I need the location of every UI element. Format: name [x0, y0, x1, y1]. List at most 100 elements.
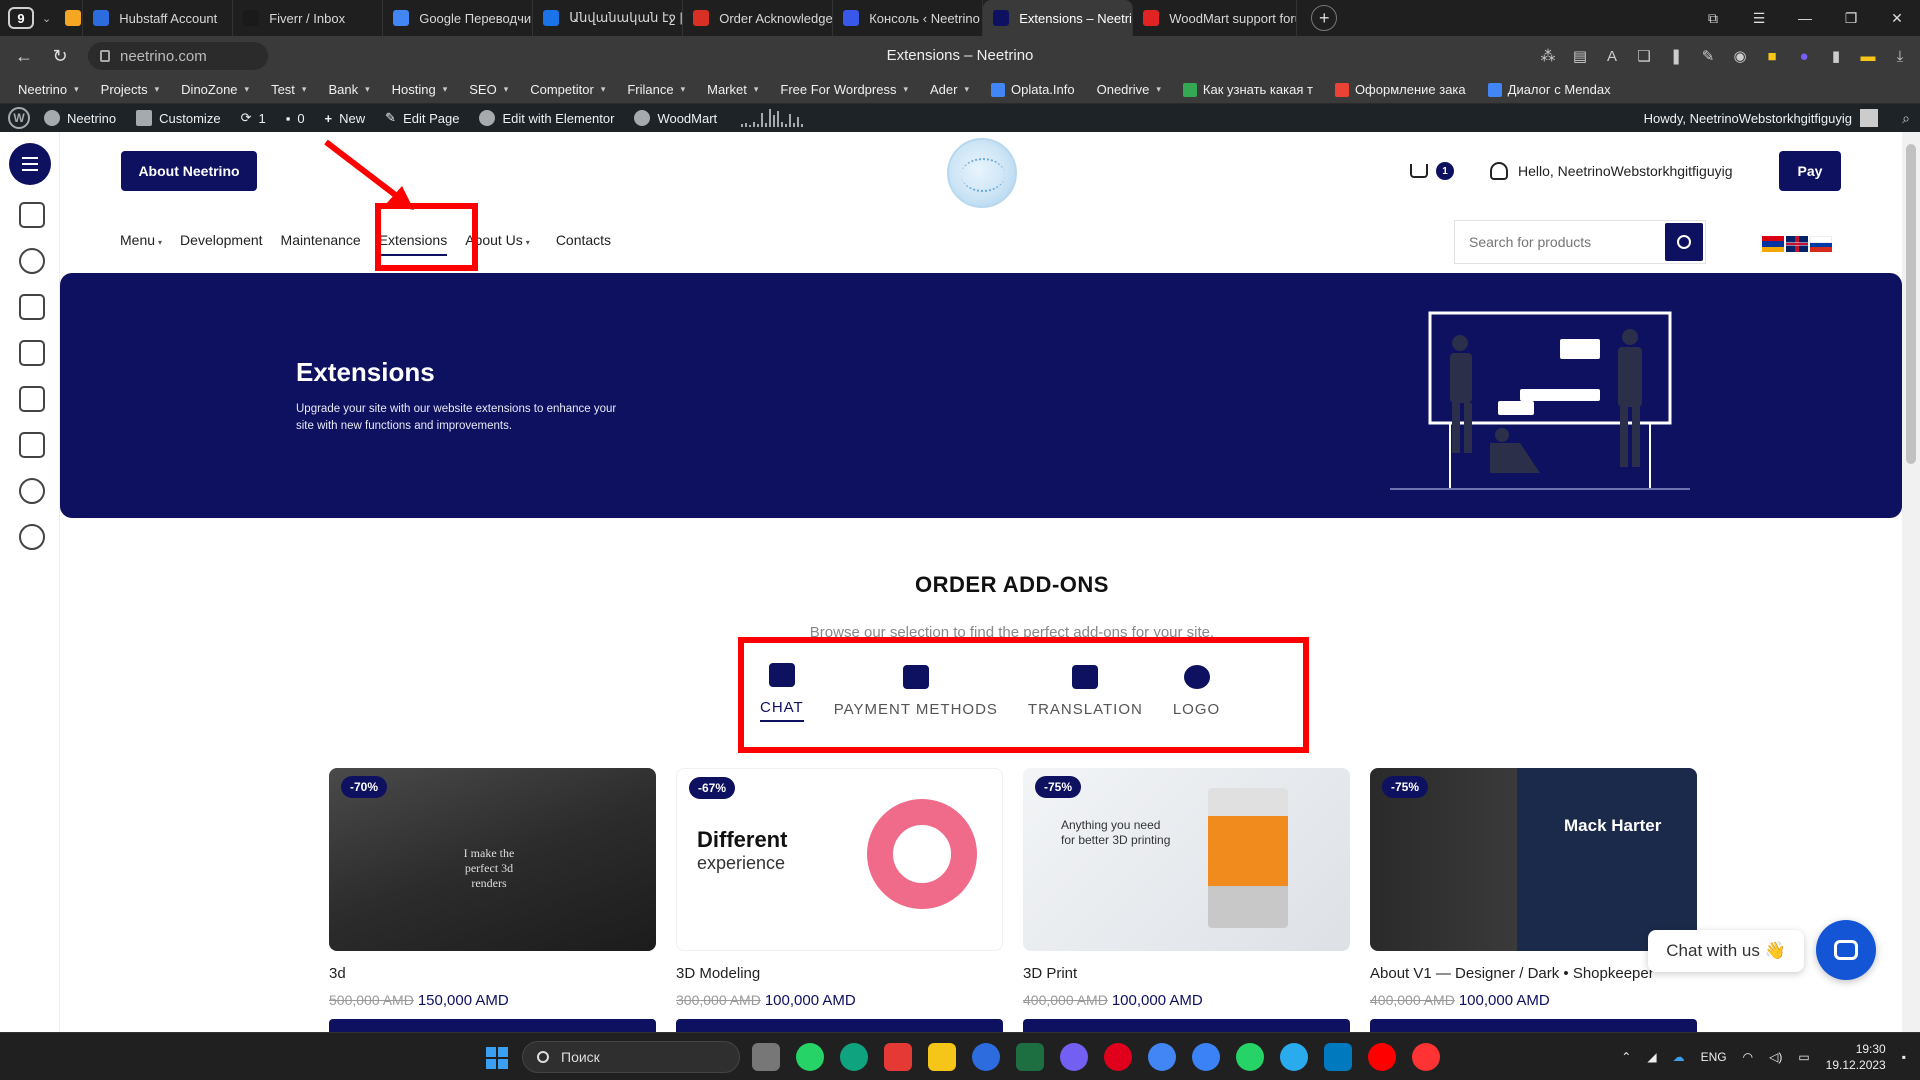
sidebar-all-icon[interactable]: [19, 524, 45, 550]
onedrive-icon[interactable]: ☁: [1673, 1050, 1685, 1064]
sidebar-globe-icon[interactable]: [19, 248, 45, 274]
bookmark-item[interactable]: Bank ▾: [328, 82, 369, 97]
battery-icon[interactable]: ▭: [1798, 1050, 1809, 1064]
product-card[interactable]: -70% I make the perfect 3d renders 3d 500,0…: [329, 768, 656, 1033]
english-flag-icon[interactable]: [1786, 236, 1808, 252]
files-app-icon[interactable]: [752, 1043, 780, 1071]
bookmark-item[interactable]: DinoZone ▾: [181, 82, 249, 97]
add-to-cart-button[interactable]: [1023, 1019, 1350, 1033]
clock[interactable]: 19:30 19.12.2023: [1826, 1041, 1886, 1073]
new-tab-button[interactable]: +: [1311, 5, 1338, 31]
folder-icon[interactable]: ▬: [1858, 46, 1878, 66]
product-thumbnail[interactable]: -67% Different experience: [676, 768, 1003, 951]
sidebar-edit-icon[interactable]: [19, 432, 45, 458]
whatsapp-app-icon[interactable]: [796, 1043, 824, 1071]
telegram-app-icon[interactable]: [1280, 1043, 1308, 1071]
apps-icon[interactable]: ⁂: [1538, 46, 1558, 66]
nav-item-contacts[interactable]: Contacts: [556, 232, 611, 248]
bookmark-item[interactable]: SEO ▾: [469, 82, 508, 97]
sidebar-menu-button[interactable]: [9, 143, 51, 185]
viber-app-icon[interactable]: [1060, 1043, 1088, 1071]
lock-extension-icon[interactable]: ■: [1762, 46, 1782, 66]
wp-account-menu[interactable]: Howdy, NeetrinoWebstorkhgitfiguyig: [1644, 104, 1878, 132]
search-input[interactable]: [1455, 221, 1663, 263]
browser-tab[interactable]: Консоль ‹ Neetrino — W: [833, 0, 984, 36]
language-indicator[interactable]: ENG: [1701, 1050, 1727, 1064]
about-neetrino-button[interactable]: About Neetrino: [121, 151, 257, 191]
yandex-app-icon[interactable]: [1368, 1043, 1396, 1071]
wp-site-link[interactable]: Neetrino: [44, 110, 116, 126]
notifications-icon[interactable]: ▪: [1902, 1050, 1906, 1064]
bookmark-item[interactable]: Projects ▾: [101, 82, 160, 97]
add-to-cart-button[interactable]: [676, 1019, 1003, 1033]
download-icon[interactable]: ⤓: [1890, 46, 1910, 66]
bookmark-item[interactable]: Оформление зака: [1334, 82, 1466, 97]
product-thumbnail[interactable]: -75% Anything you need for better 3D print…: [1023, 768, 1350, 951]
sidebar-support-icon[interactable]: [19, 478, 45, 504]
volume-icon[interactable]: ◁): [1769, 1050, 1782, 1064]
tray-app-icon[interactable]: ◢: [1647, 1050, 1656, 1064]
whatsapp-business-app-icon[interactable]: [1236, 1043, 1264, 1071]
trello-app-icon[interactable]: [1324, 1043, 1352, 1071]
pay-button[interactable]: Pay: [1779, 151, 1841, 191]
pinned-tab[interactable]: [61, 0, 84, 36]
product-name[interactable]: 3D Print: [1023, 965, 1350, 982]
translate-icon[interactable]: A: [1602, 46, 1622, 66]
sidebar-package-icon[interactable]: [19, 340, 45, 366]
explorer-app-icon[interactable]: [928, 1043, 956, 1071]
nav-item-maintenance[interactable]: Maintenance: [281, 232, 361, 248]
maximize-button[interactable]: ❐: [1828, 10, 1874, 27]
wordpress-icon[interactable]: W: [8, 107, 30, 129]
product-name[interactable]: 3D Modeling: [676, 965, 1003, 982]
browser-tab[interactable]: Hubstaff Account: [83, 0, 234, 36]
bookmark-item[interactable]: Frilance ▾: [627, 82, 685, 97]
sidebar-icon[interactable]: ▮: [1826, 46, 1846, 66]
wp-new-link[interactable]: + New: [325, 111, 366, 126]
cart-link[interactable]: 1: [1410, 162, 1454, 180]
messenger-app-icon[interactable]: [1192, 1043, 1220, 1071]
armenian-flag-icon[interactable]: [1762, 236, 1784, 252]
opera-app-icon[interactable]: [1104, 1043, 1132, 1071]
bookmark-icon[interactable]: ❚: [1666, 46, 1686, 66]
wp-elementor-link[interactable]: Edit with Elementor: [479, 110, 614, 126]
bookmark-item[interactable]: Как узнать какая т: [1182, 82, 1313, 97]
bookmark-item[interactable]: Hosting ▾: [392, 82, 448, 97]
wp-comments-link[interactable]: ▪ 0: [286, 111, 305, 126]
browser-tab[interactable]: WoodMart support foru: [1133, 0, 1298, 36]
excel-app-icon[interactable]: [1016, 1043, 1044, 1071]
browser-tab[interactable]: Google Переводчик: [383, 0, 534, 36]
hubstaff-app-icon[interactable]: [972, 1043, 1000, 1071]
bookmark-item[interactable]: Test ▾: [271, 82, 306, 97]
yandex-browser-app-icon[interactable]: [1412, 1043, 1440, 1071]
wp-updates-link[interactable]: ⟳ 1: [241, 110, 266, 126]
tabs-icon[interactable]: ❏: [1634, 46, 1654, 66]
bookmark-item[interactable]: Neetrino ▾: [18, 82, 79, 97]
wp-woodmart-link[interactable]: WoodMart: [634, 110, 717, 126]
anydesk-app-icon[interactable]: [884, 1043, 912, 1071]
chat-bubble[interactable]: Chat with us 👋: [1648, 930, 1804, 972]
product-card[interactable]: -75% Anything you need for better 3D print…: [1023, 768, 1350, 1033]
tab-actions-icon[interactable]: ⧉: [1690, 10, 1736, 27]
bookmark-item[interactable]: Диалог с Mendax: [1487, 82, 1611, 97]
extension-badge-icon[interactable]: ●: [1794, 46, 1814, 66]
browser-tab[interactable]: Fiverr / Inbox: [233, 0, 384, 36]
nav-item-development[interactable]: Development: [180, 232, 263, 248]
camera-icon[interactable]: ◉: [1730, 46, 1750, 66]
eyedropper-icon[interactable]: ✎: [1698, 46, 1718, 66]
tray-chevron-icon[interactable]: ⌃: [1621, 1050, 1631, 1064]
add-to-cart-button[interactable]: [329, 1019, 656, 1033]
chrome-app-icon[interactable]: [1148, 1043, 1176, 1071]
close-button[interactable]: ✕: [1874, 10, 1920, 27]
wp-edit-page-link[interactable]: ✎ Edit Page: [385, 110, 459, 126]
russian-flag-icon[interactable]: [1810, 236, 1832, 253]
bookmark-item[interactable]: Oplata.Info: [991, 82, 1075, 97]
add-to-cart-button[interactable]: [1370, 1019, 1697, 1033]
minimize-button[interactable]: —: [1782, 10, 1828, 26]
browser-tab[interactable]: Անվանական էջ | Name...: [533, 0, 684, 36]
chat-launcher-button[interactable]: [1816, 920, 1876, 980]
url-field[interactable]: neetrino.com: [88, 42, 268, 70]
product-thumbnail[interactable]: -70% I make the perfect 3d renders: [329, 768, 656, 951]
bookmark-item[interactable]: Ader ▾: [930, 82, 969, 97]
tab-list-chevron-icon[interactable]: ⌄: [42, 12, 51, 25]
sidebar-monitor-icon[interactable]: [19, 386, 45, 412]
